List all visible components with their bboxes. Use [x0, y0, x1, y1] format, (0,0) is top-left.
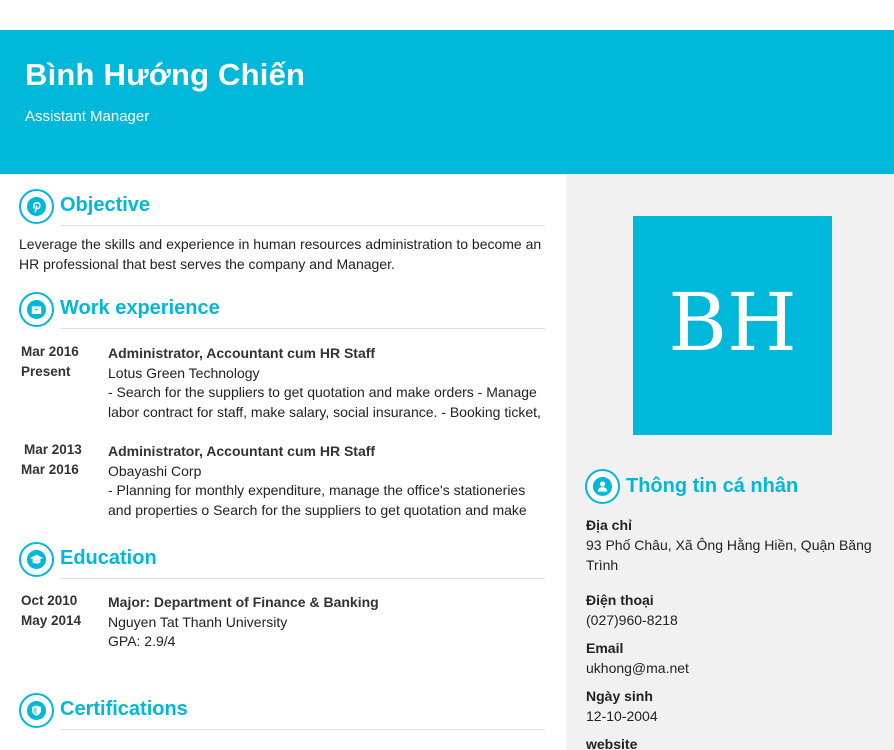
email-value: ukhong@ma.net — [586, 660, 689, 676]
address-line: 93 Phố Châu, Xã Ông Hằng Hiền, Quận Băng — [586, 537, 872, 553]
work-date-to: Present — [21, 364, 71, 379]
personal-info-header: Thông tin cá nhân — [585, 469, 885, 505]
address-label: Địa chỉ — [586, 517, 632, 533]
school-name: Nguyen Tat Thanh University — [108, 613, 288, 630]
job-description: - Search for the suppliers to get quotat… — [108, 384, 537, 400]
work-title: Work experience — [60, 297, 220, 319]
education-title: Education — [60, 547, 157, 569]
email-label: Email — [586, 640, 624, 656]
graduation-cap-icon — [19, 542, 54, 577]
website-label: website — [586, 736, 638, 750]
address-value: 93 Phố Châu, Xã Ông Hằng Hiền, Quận Băng… — [586, 536, 886, 575]
section-divider — [60, 225, 545, 226]
avatar: BH — [633, 216, 832, 435]
candidate-role: Assistant Manager — [25, 108, 150, 125]
section-divider — [60, 729, 545, 730]
dob-value: 12-10-2004 — [586, 708, 658, 724]
job-title: Administrator, Accountant cum HR Staff — [108, 345, 376, 361]
briefcase-icon — [19, 292, 54, 327]
education-major: Major: Department of Finance & Banking — [108, 594, 379, 610]
job-title: Administrator, Accountant cum HR Staff — [108, 443, 376, 459]
certifications-section-header: Certifications — [19, 693, 545, 730]
avatar-initials: BH — [668, 276, 797, 369]
objective-text: Leverage the skills and experience in hu… — [19, 236, 542, 272]
gpa: GPA: 2.9/4 — [108, 633, 176, 649]
candidate-name: Bình Hướng Chiến — [25, 57, 306, 92]
work-date-to: Mar 2016 — [21, 462, 79, 477]
education-date-from: Oct 2010 — [21, 593, 78, 608]
company-name: Lotus Green Technology — [108, 364, 260, 381]
education-section-header: Education — [19, 542, 545, 579]
resume-header: Bình Hướng Chiến Assistant Manager — [0, 30, 894, 174]
job-description: and properties o Search for the supplier… — [108, 501, 527, 518]
address-line: Trình — [586, 556, 619, 573]
objective-section-header: Objective — [19, 189, 545, 226]
dob-label: Ngày sinh — [586, 688, 653, 704]
objective-title: Objective — [60, 194, 151, 216]
work-date-from: Mar 2016 — [21, 344, 79, 359]
user-icon — [585, 469, 620, 504]
section-divider — [60, 328, 545, 329]
phone-value: (027)960-8218 — [586, 612, 678, 628]
certifications-title: Certifications — [60, 698, 188, 720]
job-description: labor contract for staff, make salary, s… — [108, 403, 541, 420]
phone-label: Điện thoại — [586, 592, 654, 608]
pinterest-icon — [19, 189, 54, 224]
section-divider — [60, 578, 545, 579]
job-description: - Planning for monthly expenditure, mana… — [108, 482, 526, 498]
work-section-header: Work experience — [19, 292, 545, 329]
shield-icon — [19, 693, 54, 728]
personal-info-title: Thông tin cá nhân — [626, 475, 799, 497]
company-name: Obayashi Corp — [108, 462, 202, 479]
education-date-to: May 2014 — [21, 613, 82, 628]
work-date-from: Mar 2013 — [24, 442, 82, 457]
